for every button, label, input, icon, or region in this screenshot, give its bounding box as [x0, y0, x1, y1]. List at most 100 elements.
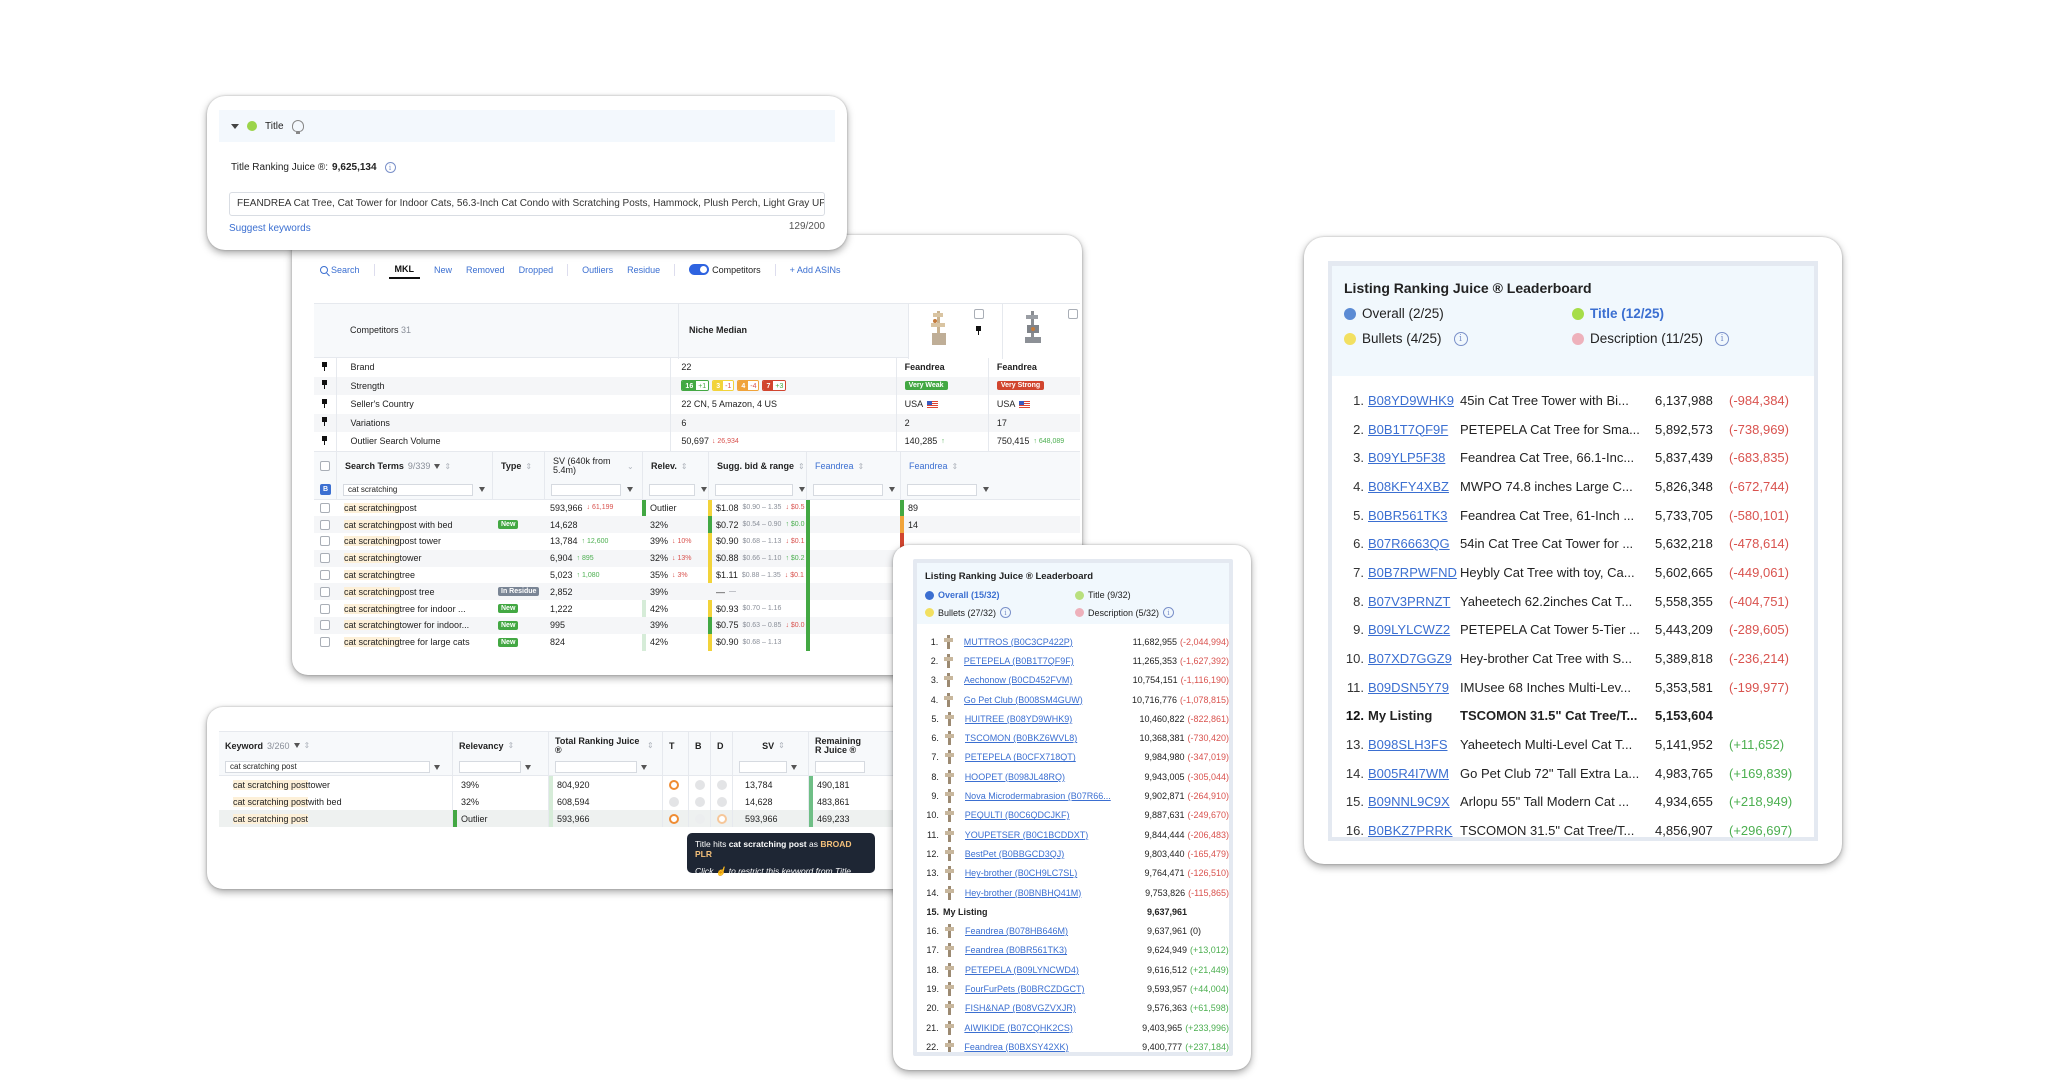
asin-link[interactable]: B07XD7GGZ9 [1368, 651, 1460, 666]
pin-icon[interactable] [321, 361, 328, 371]
hit-indicator-t[interactable] [669, 796, 679, 807]
row-checkbox[interactable] [320, 536, 330, 547]
col-total-ranking-juice[interactable]: Total Ranking Juice ® ⇕ [548, 732, 662, 759]
filter-icon[interactable] [889, 487, 895, 492]
legend-item[interactable]: Title (12/25) [1572, 306, 1800, 321]
product-link[interactable]: Go Pet Club (B008SM4GUW) [964, 695, 1120, 705]
asin-link[interactable]: B0B1T7QF9F [1368, 422, 1460, 437]
product-link[interactable]: FourFurPets (B0BRCZDGCT) [965, 984, 1127, 994]
col-relev[interactable]: Relev. ⇕ [642, 451, 708, 481]
legend-item[interactable]: Bullets (4/25) i [1344, 331, 1572, 346]
search-button[interactable]: Search [320, 265, 360, 275]
competitor-product-2[interactable] [1002, 304, 1082, 359]
compare-checkbox[interactable] [1068, 309, 1078, 319]
sort-icon[interactable]: ⇕ [778, 741, 785, 750]
asin-link[interactable]: B098SLH3FS [1368, 737, 1460, 752]
title-input[interactable]: FEANDREA Cat Tree, Cat Tower for Indoor … [229, 192, 825, 216]
asin-link[interactable]: B0BKZ7PRRK [1368, 823, 1460, 838]
suggest-keywords-link[interactable]: Suggest keywords [229, 223, 311, 234]
keyword-row[interactable]: cat scratching post with bed 32% 608,594 14… [219, 793, 913, 810]
filter-icon[interactable] [479, 487, 485, 492]
product-link[interactable]: Feandrea (B078HB646M) [965, 926, 1127, 936]
asin-link[interactable]: B09YLP5F38 [1368, 450, 1460, 465]
product-link[interactable]: BestPet (B0BBGCD3QJ) [965, 849, 1125, 859]
product-link[interactable]: Nova Microdermabrasion (B07R66... [965, 791, 1125, 801]
relevancy-filter-input[interactable] [459, 761, 521, 773]
add-asins-button[interactable]: + Add ASINs [790, 265, 841, 275]
asin-link[interactable]: B09NNL9C9X [1368, 794, 1460, 809]
asin-link[interactable]: B09LYLCWZ2 [1368, 622, 1460, 637]
competitor-1-filter-input[interactable] [813, 483, 883, 496]
competitor-2-filter-input[interactable] [907, 483, 977, 496]
product-link[interactable]: FISH&NAP (B08VGZVXJR) [965, 1003, 1127, 1013]
tab-removed[interactable]: Removed [466, 265, 505, 275]
legend-item[interactable]: Title (9/32) [1075, 590, 1225, 600]
sv-filter-input[interactable] [739, 761, 787, 773]
info-icon[interactable]: i [384, 162, 396, 173]
pin-icon[interactable] [321, 380, 328, 390]
product-link[interactable]: Hey-brother (B0BNBHQ41M) [965, 888, 1126, 898]
row-checkbox[interactable] [320, 603, 330, 614]
sort-icon[interactable]: ⇕ [681, 462, 688, 471]
title-section-header[interactable]: Title [219, 110, 835, 142]
pin-icon[interactable] [321, 417, 328, 427]
toggle-switch[interactable] [689, 264, 710, 275]
legend-item[interactable]: Overall (15/32) [925, 590, 1075, 600]
asin-link[interactable]: B0B7RPWFND [1368, 565, 1460, 580]
filter-icon[interactable] [641, 764, 647, 770]
hit-indicator-t[interactable] [669, 813, 679, 824]
col-competitor-2[interactable]: Feandrea ⇕ [900, 451, 994, 481]
hit-indicator-b[interactable] [695, 779, 705, 790]
pin-icon[interactable] [321, 435, 328, 445]
sort-icon[interactable]: ⇕ [508, 741, 515, 750]
asin-link[interactable]: B0BR561TK3 [1368, 508, 1460, 523]
sort-icon[interactable]: ⇕ [304, 741, 311, 750]
col-bid[interactable]: Sugg. bid & range ⇕ [708, 451, 806, 481]
product-link[interactable]: AIWIKIDE (B07CQHK2CS) [964, 1023, 1123, 1033]
col-sv[interactable]: SV ⇕ [732, 732, 808, 759]
hit-indicator-d[interactable] [717, 779, 727, 790]
hit-indicator-t[interactable] [669, 779, 679, 790]
hit-indicator-d[interactable] [717, 796, 727, 807]
product-link[interactable]: Feandrea (B0BXSY42XK) [964, 1042, 1123, 1052]
tab-dropped[interactable]: Dropped [519, 265, 554, 275]
pin-icon[interactable] [975, 326, 982, 335]
row-checkbox[interactable] [320, 570, 330, 581]
asin-link[interactable]: B07R6663QG [1368, 536, 1460, 551]
pin-icon[interactable] [321, 398, 328, 408]
tab-new[interactable]: New [434, 265, 452, 275]
keyword-filter-input[interactable]: cat scratching post [225, 761, 430, 773]
sv-filter-input[interactable] [551, 483, 621, 496]
info-icon[interactable]: i [1163, 607, 1175, 618]
select-all-checkbox[interactable] [320, 461, 330, 471]
product-link[interactable]: Aechonow (B0CD452FVM) [964, 675, 1120, 685]
filter-icon[interactable] [983, 487, 989, 492]
asin-link[interactable]: B09DSN5Y79 [1368, 680, 1460, 695]
sort-icon[interactable]: ⇕ [444, 462, 451, 471]
info-icon[interactable]: i [1453, 331, 1468, 346]
product-link[interactable]: PEQULTI (B0C6QDCJKF) [965, 810, 1125, 820]
row-checkbox[interactable] [320, 519, 330, 530]
asin-link[interactable]: B07V3PRNZT [1368, 594, 1460, 609]
product-link[interactable]: YOUPETSER (B0C1BCDDXT) [965, 830, 1125, 840]
compare-checkbox[interactable] [974, 309, 984, 319]
filter-icon[interactable] [799, 487, 805, 492]
product-link[interactable]: PETEPELA (B0CFX718QT) [965, 752, 1125, 762]
filter-icon[interactable] [434, 463, 441, 469]
product-link[interactable]: Hey-brother (B0CH9LC7SL) [965, 868, 1125, 878]
product-link[interactable]: MUTTROS (B0C3CP422P) [964, 637, 1120, 647]
hit-indicator-b[interactable] [695, 796, 705, 807]
filter-icon[interactable] [627, 487, 633, 492]
broad-filter-badge[interactable]: B [320, 484, 331, 495]
search-terms-filter-input[interactable]: cat scratching [343, 483, 473, 496]
row-checkbox[interactable] [320, 502, 330, 513]
product-link[interactable]: PETEPELA (B0B1T7QF9F) [964, 656, 1120, 666]
product-link[interactable]: PETEPELA (B09LYNCWD4) [965, 965, 1127, 975]
product-link[interactable]: HOOPET (B098JL48RQ) [965, 772, 1125, 782]
row-checkbox[interactable] [320, 637, 330, 648]
col-keyword[interactable]: Keyword 3/260 ⇕ [219, 732, 452, 759]
row-checkbox[interactable] [320, 553, 330, 564]
col-remaining-juice[interactable]: Remaining R Juice ® [808, 732, 868, 759]
relev-filter-input[interactable] [649, 483, 695, 496]
col-relevancy[interactable]: Relevancy ⇕ [452, 732, 548, 759]
